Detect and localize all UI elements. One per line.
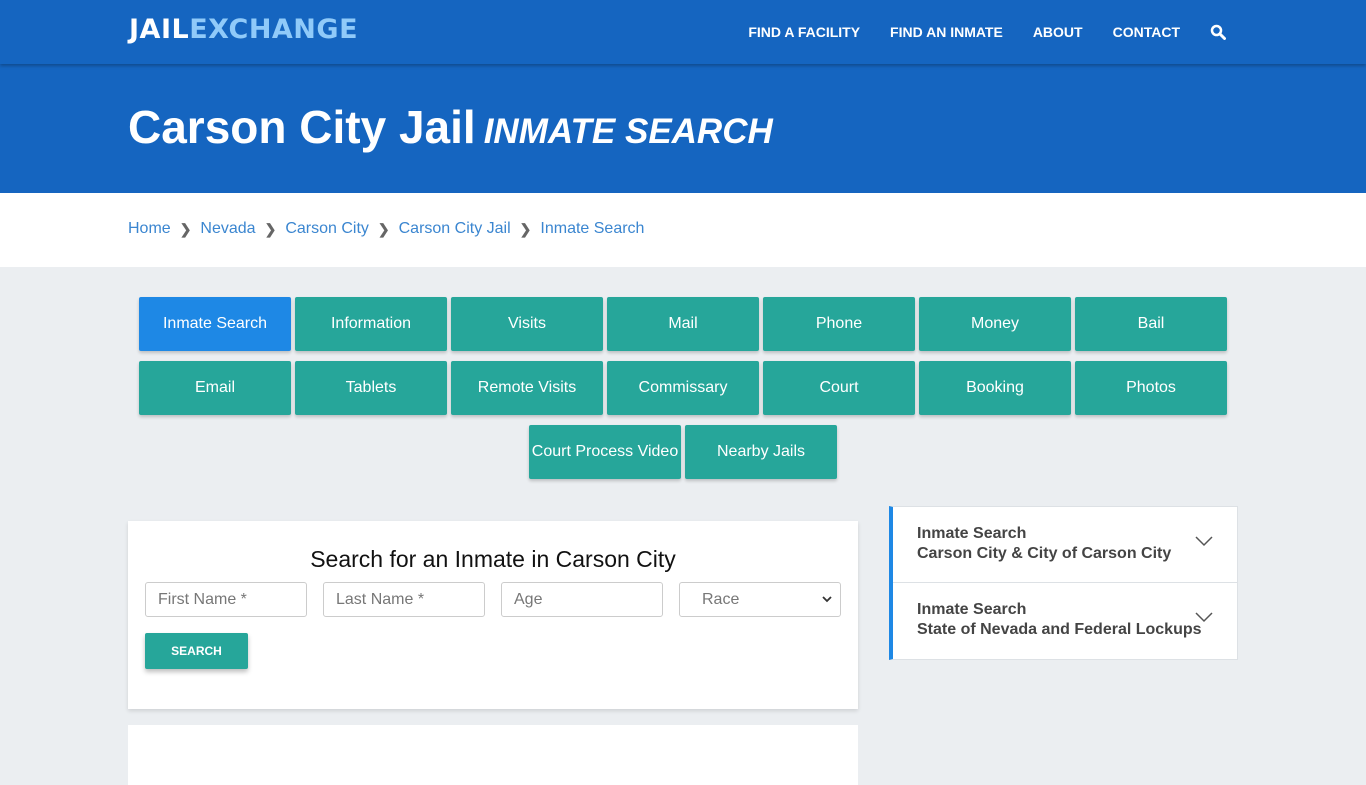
button-email[interactable]: Email <box>139 361 291 415</box>
accordion-title: Inmate Search <box>917 525 1027 542</box>
content-card <box>128 725 858 785</box>
inmate-search-card: Search for an Inmate in Carson City Firs… <box>128 521 858 709</box>
search-submit-button[interactable]: SEARCH <box>145 633 248 669</box>
button-mail[interactable]: Mail <box>607 297 759 351</box>
chevron-right-icon: ❯ <box>264 220 277 237</box>
sidebar-accordion: Inmate Search Carson City & City of Cars… <box>889 506 1238 660</box>
logo-part-exchange: EXCHANGE <box>189 14 359 45</box>
breadcrumb-carson-city-jail[interactable]: Carson City Jail <box>399 220 511 238</box>
page-title-sub: INMATE SEARCH <box>483 112 773 151</box>
chevron-down-icon <box>822 596 832 603</box>
chevron-down-icon <box>1195 612 1213 623</box>
button-money[interactable]: Money <box>919 297 1071 351</box>
race-select[interactable]: Race <box>679 582 841 617</box>
breadcrumb-home[interactable]: Home <box>128 220 171 238</box>
button-bail[interactable]: Bail <box>1075 297 1227 351</box>
accordion-title: Inmate Search <box>917 601 1027 618</box>
button-remote-visits[interactable]: Remote Visits <box>451 361 603 415</box>
logo-part-jail: JAIL <box>129 14 190 45</box>
button-commissary[interactable]: Commissary <box>607 361 759 415</box>
hero-banner: Carson City Jail INMATE SEARCH <box>0 64 1366 193</box>
accordion-item-carson-city[interactable]: Inmate Search Carson City & City of Cars… <box>893 507 1237 583</box>
button-inmate-search[interactable]: Inmate Search <box>139 297 291 351</box>
breadcrumb-carson-city[interactable]: Carson City <box>285 220 369 238</box>
button-court-process-video[interactable]: Court Process Video <box>529 425 681 479</box>
breadcrumb-bar: Home ❯ Nevada ❯ Carson City ❯ Carson City J… <box>0 193 1366 267</box>
nav-find-inmate[interactable]: FIND AN INMATE <box>890 24 1003 40</box>
button-court[interactable]: Court <box>763 361 915 415</box>
button-information[interactable]: Information <box>295 297 447 351</box>
button-booking[interactable]: Booking <box>919 361 1071 415</box>
search-icon[interactable] <box>1210 24 1226 40</box>
main-nav: FIND A FACILITY FIND AN INMATE ABOUT CON… <box>718 0 1226 64</box>
button-visits[interactable]: Visits <box>451 297 603 351</box>
first-name-input[interactable]: First Name * <box>145 582 307 617</box>
breadcrumb-nevada[interactable]: Nevada <box>200 220 255 238</box>
accordion-subtitle: Carson City & City of Carson City <box>917 545 1172 562</box>
page-title: Carson City Jail INMATE SEARCH <box>128 100 773 154</box>
search-form-title: Search for an Inmate in Carson City <box>310 546 676 572</box>
accordion-subtitle: State of Nevada and Federal Lockups <box>917 621 1202 638</box>
race-select-value: Race <box>702 590 740 608</box>
nav-contact[interactable]: CONTACT <box>1113 24 1180 40</box>
page-title-main: Carson City Jail <box>128 101 476 153</box>
accordion-item-nevada-federal[interactable]: Inmate Search State of Nevada and Federa… <box>893 583 1237 659</box>
breadcrumb-inmate-search[interactable]: Inmate Search <box>540 220 644 238</box>
button-nearby-jails[interactable]: Nearby Jails <box>685 425 837 479</box>
button-tablets[interactable]: Tablets <box>295 361 447 415</box>
nav-find-facility[interactable]: FIND A FACILITY <box>748 24 860 40</box>
last-name-input[interactable]: Last Name * <box>323 582 485 617</box>
chevron-down-icon <box>1195 536 1213 547</box>
chevron-right-icon: ❯ <box>519 220 532 237</box>
button-phone[interactable]: Phone <box>763 297 915 351</box>
chevron-right-icon: ❯ <box>179 220 192 237</box>
age-input[interactable]: Age <box>501 582 663 617</box>
site-logo[interactable]: JAILEXCHANGE <box>129 14 358 45</box>
chevron-right-icon: ❯ <box>377 220 390 237</box>
button-photos[interactable]: Photos <box>1075 361 1227 415</box>
facility-nav-buttons: Inmate Search Information Visits Mail Ph… <box>137 297 1229 479</box>
top-navbar: JAILEXCHANGE FIND A FACILITY FIND AN INM… <box>0 0 1366 64</box>
nav-about[interactable]: ABOUT <box>1033 24 1083 40</box>
breadcrumb: Home ❯ Nevada ❯ Carson City ❯ Carson City J… <box>128 220 644 238</box>
